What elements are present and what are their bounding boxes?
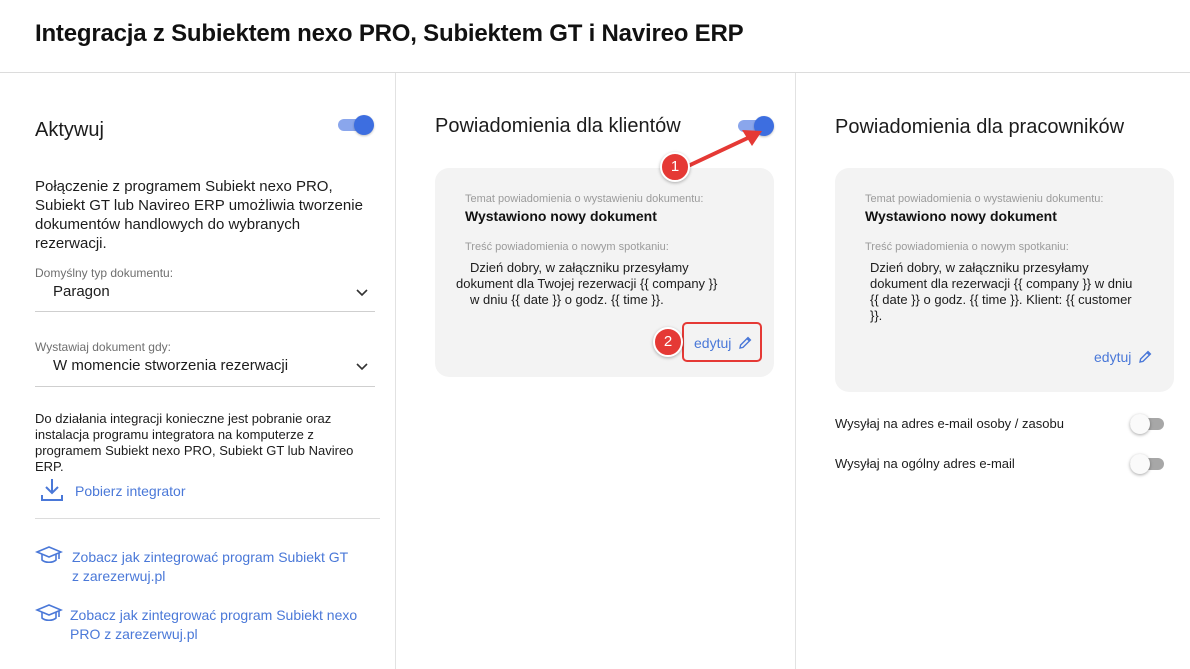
pencil-icon [1139, 350, 1152, 363]
content-text: Dzień dobry, w załączniku przesyłamy [470, 260, 740, 276]
download-integrator-link[interactable]: Pobierz integrator [35, 476, 235, 506]
chevron-down-icon [356, 363, 368, 371]
activate-toggle[interactable] [338, 115, 374, 135]
person-email-toggle[interactable] [1130, 414, 1166, 434]
guide-subiekt-nexo-link[interactable]: Zobacz jak zintegrować program Subiekt n… [35, 604, 375, 644]
content-line: dokument dla rezerwacji {{ company }} w … [870, 276, 1133, 291]
content-text: Dzień dobry, w załączniku przesyłamy dok… [870, 260, 1170, 324]
annotation-arrow-icon [686, 130, 762, 168]
page-title: Integracja z Subiektem nexo PRO, Subiekt… [35, 20, 744, 47]
chevron-down-icon [356, 289, 368, 297]
content-line: {{ date }} o godz. {{ time }}. Klient: {… [870, 292, 1132, 307]
guide-subiekt-gt-line2: z zarezerwuj.pl [72, 568, 166, 584]
clients-notifications-title: Powiadomienia dla klientów [435, 115, 681, 137]
divider [35, 518, 380, 519]
subject-label: Temat powiadomienia o wystawieniu dokume… [465, 193, 704, 205]
content-text: dokument dla Twojej rezerwacji {{ compan… [456, 276, 756, 308]
toggle-knob [1130, 454, 1150, 474]
content-line: Dzień dobry, w załączniku przesyłamy [870, 260, 1089, 275]
download-icon [41, 479, 63, 501]
annotation-highlight-box [682, 322, 762, 362]
guide-subiekt-nexo-line1: Zobacz jak zintegrować program Subiekt n… [70, 607, 358, 623]
column-divider [795, 73, 796, 669]
issue-when-value: W momencie stworzenia rezerwacji [53, 357, 289, 374]
download-integrator-label: Pobierz integrator [75, 483, 186, 499]
content-line: }}. [870, 308, 883, 323]
toggle-knob [1130, 414, 1150, 434]
subject-value: Wystawiono nowy dokument [465, 208, 657, 224]
general-email-toggle[interactable] [1130, 454, 1166, 474]
employees-edit-button[interactable]: edytuj [1094, 349, 1153, 365]
edit-label: edytuj [1094, 349, 1132, 365]
doc-type-value: Paragon [53, 283, 110, 300]
content-line: dokument dla Twojej rezerwacji {{ compan… [456, 276, 718, 291]
issue-when-select[interactable]: W momencie stworzenia rezerwacji [35, 354, 375, 387]
content-label: Treść powiadomienia o nowym spotkaniu: [465, 241, 669, 253]
employees-notifications-title: Powiadomienia dla pracowników [835, 116, 1125, 138]
guide-subiekt-nexo-line2: PRO z zarezerwuj.pl [70, 626, 198, 642]
page-header: Integracja z Subiektem nexo PRO, Subiekt… [0, 0, 1190, 73]
column-divider [395, 73, 396, 669]
person-email-option-label: Wysyłaj na adres e-mail osoby / zasobu [835, 416, 1064, 431]
activate-description: Połączenie z programem Subiekt nexo PRO,… [35, 178, 363, 252]
annotation-step-1: 1 [660, 152, 690, 182]
graduation-cap-icon [35, 604, 63, 622]
toggle-knob [354, 115, 374, 135]
guide-subiekt-gt-line1: Zobacz jak zintegrować program Subiekt G… [72, 549, 349, 565]
graduation-cap-icon [35, 546, 63, 564]
content-label: Treść powiadomienia o nowym spotkaniu: [865, 241, 1069, 253]
doc-type-select[interactable]: Paragon [35, 280, 375, 312]
integrator-note: Do działania integracji konieczne jest p… [35, 411, 354, 474]
content-line: Dzień dobry, w załączniku przesyłamy [470, 260, 689, 275]
employees-notification-card: Temat powiadomienia o wystawieniu dokume… [835, 168, 1174, 392]
annotation-step-2: 2 [653, 327, 683, 357]
subject-label: Temat powiadomienia o wystawieniu dokume… [865, 193, 1104, 205]
doc-type-label: Domyślny typ dokumentu: [35, 266, 174, 280]
issue-when-label: Wystawiaj dokument gdy: [35, 340, 171, 354]
subject-value: Wystawiono nowy dokument [865, 208, 1057, 224]
guide-subiekt-gt-link[interactable]: Zobacz jak zintegrować program Subiekt G… [35, 546, 375, 586]
activate-title: Aktywuj [35, 119, 104, 141]
content-line: w dniu {{ date }} o godz. {{ time }}. [470, 292, 664, 307]
general-email-option-label: Wysyłaj na ogólny adres e-mail [835, 456, 1015, 471]
